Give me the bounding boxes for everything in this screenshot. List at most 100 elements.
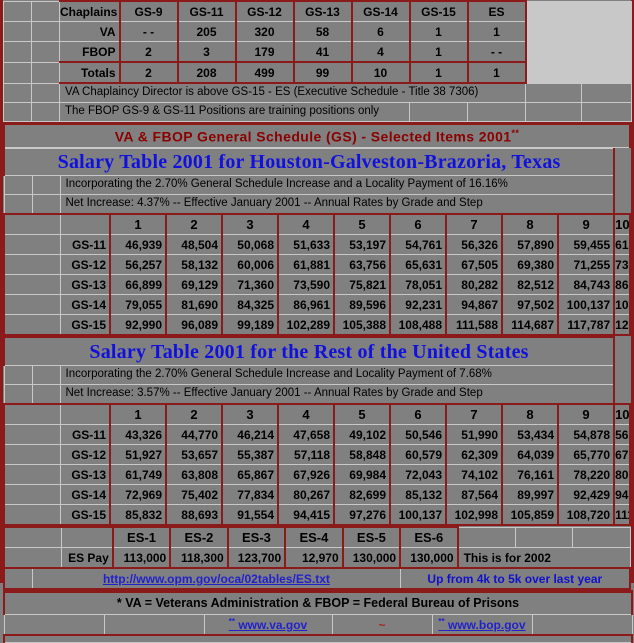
es-pay-value-3: 123,700 [227,547,287,569]
chaplains-note-row-2: The FBOP GS-9 & GS-11 Positions are trai… [3,102,632,122]
rest-gs14-step10: 94,862 [613,484,631,505]
rest-gs11-step4: 47,658 [277,424,335,445]
rest-gs14-step1: 72,969 [109,484,167,505]
es-header-1: ES-1 [112,526,172,548]
spacer-cell [3,314,61,336]
houston-gs12-step10: 73,129 [613,254,631,275]
es-header-2: ES-2 [169,526,229,548]
spacer-cell [31,194,61,215]
rest-gs11-step7: 51,990 [445,424,503,445]
banner-table: VA & FBOP General Schedule (GS) - Select… [3,122,631,148]
chaplains-col-gs14: GS-14 [351,0,411,22]
houston-gs12-step6: 65,631 [389,254,447,275]
cell-totals-gs11: 208 [177,61,237,84]
banner-row: VA & FBOP General Schedule (GS) - Select… [3,122,631,148]
opm-es-url-link[interactable]: http://www.opm.gov/oca/02tables/ES.txt [32,567,401,590]
cell-va-gs14: 6 [351,21,411,42]
spacer-cell [31,175,61,195]
rest-grade-gs12: GS-12 [59,444,111,465]
spacer-cell [467,102,526,122]
spacer-cell [514,526,574,548]
empty-area [581,0,632,22]
rest-gs14-step2: 75,402 [165,484,223,505]
es-pay-value-4: 12,970 [284,547,344,569]
spreadsheet-canvas: Chaplains GS-9 GS-11 GS-12 GS-13 GS-14 G… [0,0,634,643]
cell-fbop-gs11: 3 [177,41,237,63]
rest-gs14-step3: 77,834 [221,484,279,505]
houston-grade-gs11: GS-11 [59,234,111,255]
houston-gs11-step2: 48,504 [165,234,223,255]
houston-gs11-step8: 57,890 [501,234,559,255]
houston-gs14-step4: 86,961 [277,294,335,315]
houston-gs11-step9: 59,455 [557,234,616,255]
empty-area [525,0,582,22]
rest-grade-gs13: GS-13 [59,464,111,485]
es-header-3: ES-3 [227,526,287,548]
cell-va-gs15: 1 [409,21,469,42]
chaplains-row-fbop: FBOP 2 3 179 41 4 1 - - [3,41,632,63]
houston-gs13-step3: 71,360 [221,274,279,295]
rest-gs14-step5: 82,699 [333,484,391,505]
spacer-cell [525,82,582,103]
houston-gs15-step5: 105,388 [333,314,391,336]
row-label-totals: Totals [59,61,121,84]
houston-step-6: 6 [389,213,447,235]
note-training: The FBOP GS-9 & GS-11 Positions are trai… [59,102,410,122]
table-row: GS-13 66,899 69,129 71,360 73,590 75,821… [3,274,631,295]
banner-title: VA & FBOP General Schedule (GS) - Select… [3,122,631,148]
chaplains-table: Chaplains GS-9 GS-11 GS-12 GS-13 GS-14 G… [3,0,632,122]
chaplains-row-totals: Totals 2 208 499 99 10 1 1 [3,61,632,84]
houston-gs14-step8: 97,502 [501,294,559,315]
cell-fbop-gs15: 1 [409,41,469,63]
empty-area [525,21,582,42]
rest-step-6: 6 [389,403,447,425]
houston-note-row-1: Incorporating the 2.70% General Schedule… [3,175,630,195]
es-header-5: ES-5 [342,526,402,548]
spacer-cell [31,61,60,84]
houston-gs14-step2: 81,690 [165,294,223,315]
rest-gs15-step4: 94,415 [277,504,335,526]
houston-gs12-step1: 56,257 [109,254,167,275]
rest-gs12-step3: 55,387 [221,444,279,465]
houston-gs12-step4: 61,881 [277,254,335,275]
cell-fbop-gs14: 4 [351,41,411,63]
houston-gs15-step9: 117,787 [557,314,616,336]
houston-gs14-step6: 92,231 [389,294,447,315]
spacer-cell [3,504,61,526]
link-separator: ~ [331,614,433,636]
houston-note-1: Incorporating the 2.70% General Schedule… [59,175,616,195]
chaplains-col-gs12: GS-12 [235,0,295,22]
rest-gs12-step6: 60,579 [389,444,447,465]
rest-gs12-step4: 57,118 [277,444,335,465]
rest-gs11-step5: 49,102 [333,424,391,445]
spacer-cell [3,41,32,63]
houston-step-4: 4 [277,213,335,235]
cell-fbop-gs13: 41 [293,41,353,63]
houston-step-2: 2 [165,213,223,235]
bop-gov-link[interactable]: ** www.bop.gov [431,614,533,636]
houston-gs11-step3: 50,068 [221,234,279,255]
rest-gs13-step5: 69,984 [333,464,391,485]
houston-gs13-step6: 78,051 [389,274,447,295]
cell-va-gs9: - - [119,21,179,42]
rest-step-1: 1 [109,403,167,425]
rest-step-10: 10 [613,403,631,425]
bop-link-superscript: ** [438,617,445,626]
va-gov-link[interactable]: ** www.va.gov [203,614,333,636]
chaplains-col-gs11: GS-11 [177,0,237,22]
rest-grade-gs15: GS-15 [59,504,111,526]
row-label-fbop: FBOP [59,41,121,63]
houston-gs11-step10: 61,019 [613,234,631,255]
houston-gs13-step7: 80,282 [445,274,503,295]
rest-gs11-step6: 50,546 [389,424,447,445]
rest-gs13-step10: 80,279 [613,464,631,485]
grade-col-header [59,403,111,425]
rest-step-8: 8 [501,403,559,425]
rest-of-us-note-row-1: Incorporating the 2.70% General Schedule… [3,365,630,385]
spacer-cell [31,41,60,63]
houston-gs12-step8: 69,380 [501,254,559,275]
rest-gs13-step7: 74,102 [445,464,503,485]
table-row: GS-15 92,990 96,089 99,189 102,289 105,3… [3,314,631,336]
chaplains-col-gs9: GS-9 [119,0,179,22]
es-pay-value-1: 113,000 [112,547,172,569]
